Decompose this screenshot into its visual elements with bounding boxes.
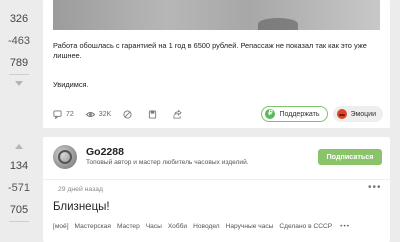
comment-icon — [53, 109, 62, 119]
save-post[interactable] — [148, 109, 161, 119]
post-paragraph: Увидимся. — [53, 80, 89, 89]
support-label: Поддержать — [279, 110, 320, 118]
rating-score: 134 — [9, 160, 29, 172]
image-detail — [258, 18, 298, 30]
tag[interactable]: Мастер — [117, 223, 140, 230]
vote-rail: 326 -463 789 134 -571 705 — [0, 0, 38, 242]
post-card: Go2288 Топовый автор и мастер любитель ч… — [43, 137, 390, 242]
tag[interactable]: Наручные часы — [226, 223, 274, 230]
rating-total: 705 — [9, 204, 29, 216]
bookmark-icon — [149, 109, 157, 119]
divider — [43, 179, 390, 180]
views-stat: 32K — [85, 110, 112, 119]
downvote-arrow-icon[interactable] — [15, 81, 23, 86]
post-image[interactable] — [53, 0, 380, 30]
tag[interactable]: Часы — [146, 223, 162, 230]
tag[interactable]: [моё] — [53, 223, 69, 230]
rating-minus: -463 — [7, 35, 31, 47]
comments-count: 72 — [66, 110, 74, 118]
ruble-icon: ₽ — [265, 109, 276, 119]
emotions-button[interactable]: Эмоции — [332, 106, 383, 122]
tag[interactable]: Хобби — [168, 223, 187, 230]
emoji-face-icon — [336, 109, 347, 119]
post-card: Работа обошлась с гарантией на 1 год в 6… — [43, 0, 390, 128]
rail-divider — [9, 74, 29, 75]
tag[interactable]: Сделано в СССР — [279, 223, 332, 230]
more-options-icon[interactable]: ••• — [368, 182, 382, 193]
views-count: 32K — [98, 110, 112, 118]
subscribe-button[interactable]: Подписаться — [318, 149, 382, 165]
rating-minus: -571 — [7, 182, 31, 194]
share-icon — [173, 109, 182, 119]
rail-divider — [9, 221, 29, 222]
eye-icon — [85, 111, 95, 117]
rating-score: 326 — [9, 13, 29, 25]
avatar[interactable] — [53, 145, 77, 169]
post-date: 29 дней назад — [58, 186, 103, 193]
post-footer: 72 32K ₽ Поддержать Эмоции — [53, 104, 383, 124]
author-description: Топовый автор и мастер любитель часовых … — [86, 159, 249, 166]
share-post[interactable] — [173, 109, 186, 119]
block-icon — [123, 109, 132, 119]
post-title[interactable]: Близнецы! — [53, 201, 110, 213]
more-tags-icon[interactable]: ••• — [340, 223, 350, 230]
comments-stat[interactable]: 72 — [53, 109, 74, 119]
tag[interactable]: Новодел — [193, 223, 220, 230]
tag-list: [моё] Мастерская Мастер Часы Хобби Новод… — [53, 223, 350, 230]
rating-total: 789 — [9, 57, 29, 69]
hide-post[interactable] — [123, 109, 136, 119]
author-name[interactable]: Go2288 — [86, 146, 124, 158]
post-paragraph: Работа обошлась с гарантией на 1 год в 6… — [53, 41, 367, 60]
vote-block-post-1: 326 -463 789 — [2, 8, 36, 92]
vote-block-post-2: 134 -571 705 — [2, 138, 36, 222]
emotions-label: Эмоции — [350, 110, 377, 118]
support-button[interactable]: ₽ Поддержать — [261, 106, 328, 122]
tag[interactable]: Мастерская — [75, 223, 111, 230]
upvote-arrow-icon[interactable] — [15, 144, 23, 149]
